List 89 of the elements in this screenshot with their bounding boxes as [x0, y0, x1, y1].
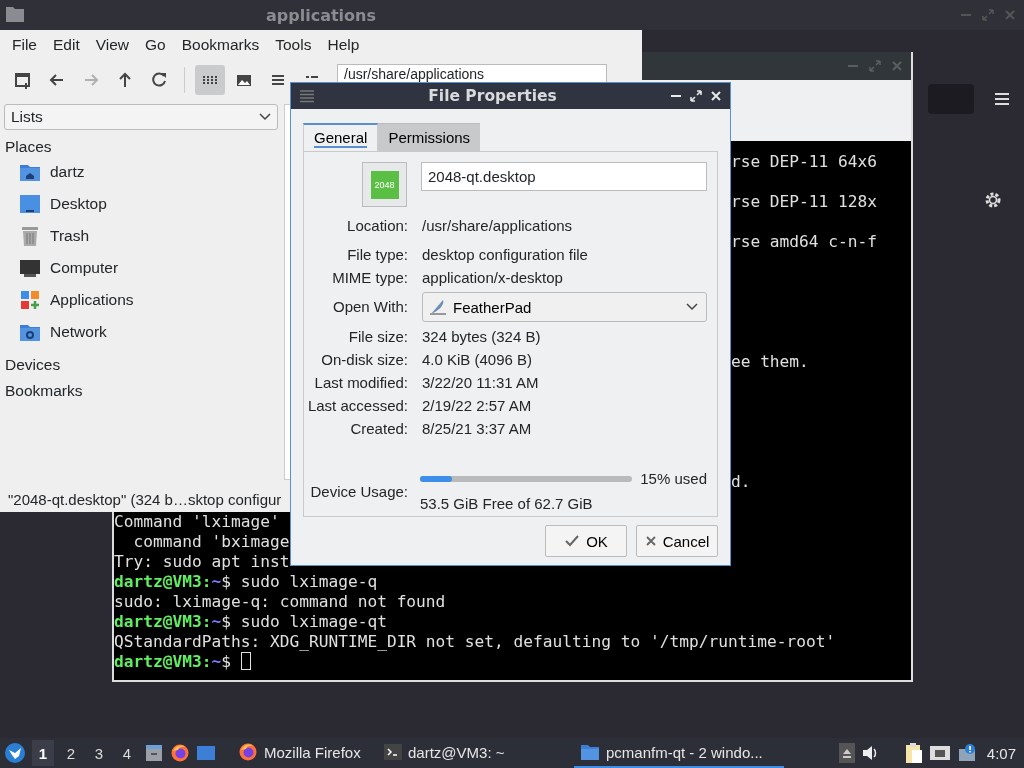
terminal-line: rse DEP-11 64x6 — [730, 152, 878, 172]
field-label: Open With: — [332, 298, 408, 315]
cancel-button[interactable]: Cancel — [636, 525, 718, 557]
tab[interactable]: Permissions — [378, 123, 481, 151]
start-menu-icon[interactable] — [4, 742, 26, 764]
file-cabinet-icon[interactable] — [144, 743, 164, 763]
workspace-button[interactable]: 4 — [116, 740, 138, 766]
firefox-icon[interactable] — [170, 743, 190, 763]
sidebar-section[interactable]: Places — [4, 130, 282, 156]
sidebar-item[interactable]: dartz — [50, 163, 85, 181]
terminal-line: rse DEP-11 128x — [730, 192, 878, 212]
sidebar-section[interactable]: Devices — [4, 348, 282, 374]
terminal-line: sudo: lximage-q: command not found — [114, 592, 446, 612]
field-label: File size: — [348, 328, 408, 345]
field-label: Last modified: — [314, 374, 408, 391]
field-label: On-disk size: — [321, 351, 408, 368]
feather-icon — [429, 298, 447, 316]
close-icon — [644, 535, 657, 547]
chevron-down-icon — [686, 303, 698, 311]
firefox-icon — [238, 742, 258, 762]
sidebar-item[interactable]: Network — [50, 323, 107, 341]
terminal-line: Command 'lximage' — [114, 512, 280, 532]
terminal-line: d. — [730, 472, 751, 492]
window-title: applications — [266, 5, 376, 25]
reload-icon — [149, 70, 169, 90]
field-value: 4.0 KiB (4096 B) — [422, 351, 533, 368]
network-icon[interactable] — [928, 744, 951, 762]
menu-item[interactable]: Help — [319, 36, 368, 54]
sidebar-item[interactable]: Applications — [50, 291, 134, 309]
sidebar-item[interactable]: Desktop — [50, 195, 107, 213]
sidebar-section[interactable]: Bookmarks — [4, 374, 282, 400]
menu-item[interactable]: File — [4, 36, 45, 54]
terminal-line: Try: sudo apt inst — [114, 552, 290, 572]
new-window-icon — [13, 70, 33, 90]
field-value: 8/25/21 3:37 AM — [422, 420, 532, 437]
menu-item[interactable]: Go — [137, 36, 174, 54]
desktop-icon — [18, 192, 42, 216]
applications-icon — [18, 288, 42, 312]
field-value: 324 bytes (324 B) — [422, 328, 541, 345]
menu-item[interactable]: Tools — [267, 36, 320, 54]
tab[interactable]: General — [303, 123, 379, 151]
field-value: 2/19/22 2:57 AM — [422, 397, 532, 414]
terminal-prompt: dartz@VM3:~$ — [114, 652, 231, 672]
task-button[interactable]: pcmanfm-qt - 2 windo... — [574, 738, 784, 768]
menu-item[interactable]: View — [87, 36, 138, 54]
field-value: /usr/share/applications — [422, 217, 573, 234]
field-label: File type: — [347, 246, 408, 263]
terminal-line: rse amd64 c-n-f — [730, 232, 878, 252]
workspace-button[interactable]: 1 — [32, 740, 54, 766]
usage-reading: 15% used — [640, 470, 707, 487]
task-button[interactable]: dartz@VM3: ~ — [378, 738, 568, 768]
workspace-button[interactable]: 2 — [60, 740, 82, 766]
field-label: MIME type: — [332, 269, 408, 286]
field-label: Created: — [350, 420, 408, 437]
name-field[interactable]: 2048-qt.desktop — [421, 162, 707, 191]
sidebar-item[interactable]: Trash — [50, 227, 90, 245]
task-button[interactable]: Mozilla Firefox — [232, 738, 372, 768]
field-label: Location: — [347, 217, 408, 234]
terminal-prompt: dartz@VM3:~$ sudo lximage-q — [114, 572, 378, 592]
field-value: desktop configuration file — [422, 246, 588, 263]
terminal-line: command 'bximage — [132, 532, 290, 552]
notification-icon[interactable] — [956, 743, 977, 763]
field-value: 3/22/20 11:31 AM — [422, 374, 539, 391]
field-label: Device Usage: — [310, 482, 408, 500]
status-text: "2048-qt.desktop" (324 b…sktop configur — [8, 490, 282, 508]
clipboard-icon[interactable] — [904, 742, 923, 764]
sidebar-item[interactable]: Computer — [50, 259, 119, 277]
free-space-text: 53.5 GiB Free of 62.7 GiB — [420, 495, 593, 512]
field-value: application/x-desktop — [422, 269, 563, 286]
volume-icon[interactable] — [860, 744, 879, 762]
folder-icon — [6, 6, 24, 22]
workspace-button[interactable]: 3 — [88, 740, 110, 766]
sidebar-dropdown[interactable]: Lists — [4, 104, 278, 130]
folder-icon — [580, 742, 600, 762]
check-icon — [564, 534, 581, 548]
clock: 4:07 — [986, 744, 1017, 762]
terminal-line: ee them. — [730, 352, 809, 372]
terminal-icon — [384, 743, 402, 761]
open-with-dropdown[interactable]: FeatherPad — [422, 292, 707, 322]
menu-item[interactable]: Bookmarks — [173, 36, 268, 54]
ok-button[interactable]: OK — [545, 525, 627, 557]
terminal-prompt: dartz@VM3:~$ sudo lximage-qt — [114, 612, 387, 632]
toolbar-button[interactable] — [195, 65, 225, 95]
menu-item[interactable]: Edit — [45, 36, 88, 54]
field-label: Last accessed: — [307, 397, 408, 414]
terminal-line: QStandardPaths: XDG_RUNTIME_DIR not set, defaulting to '/tmp/runtime-root' — [114, 632, 836, 652]
settings-icon[interactable] — [983, 190, 1003, 210]
desktop-icon[interactable] — [196, 743, 216, 763]
chevron-down-icon — [259, 113, 271, 121]
